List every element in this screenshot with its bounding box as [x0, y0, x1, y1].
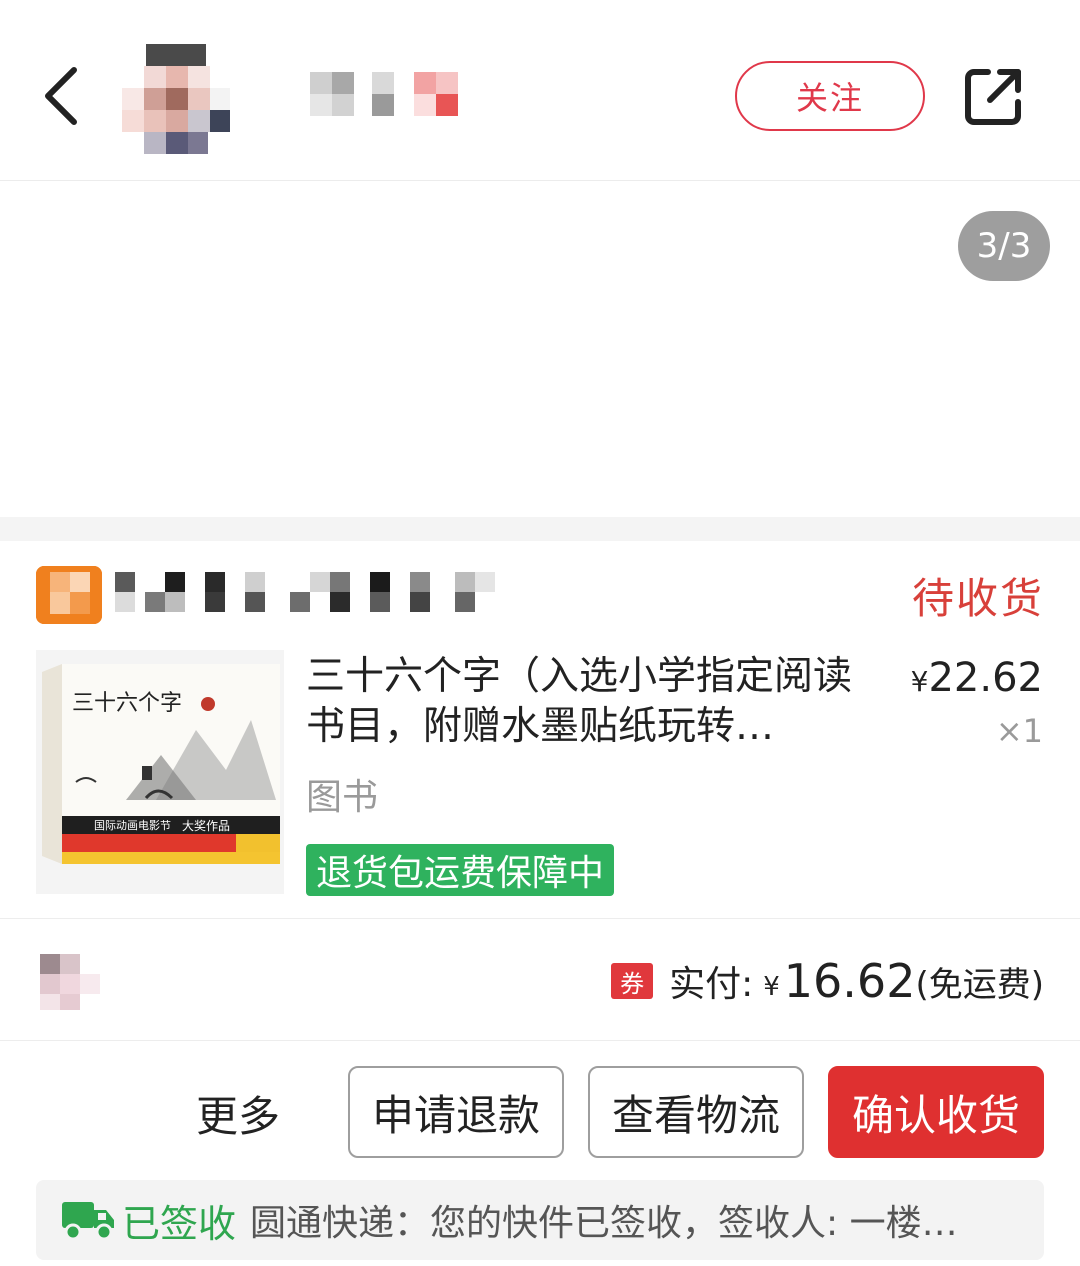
- paid-label: 实付:: [669, 964, 754, 1005]
- product-category: 图书: [306, 777, 379, 818]
- product-price: ¥22.62: [905, 655, 1043, 701]
- logistics-detail: 圆通快递：您的快件已签收，签收人: 一楼…: [250, 1203, 958, 1244]
- confirm-receipt-button[interactable]: 确认收货: [828, 1066, 1044, 1158]
- return-shipping-guarantee-badge: 退货包运费保障中: [306, 844, 615, 896]
- request-refund-button[interactable]: 申请退款: [348, 1066, 564, 1158]
- product-image[interactable]: 三十六个字 国际动画电影节 大奖作品: [36, 650, 284, 894]
- paid-amount-row: 券 实付: ¥ 16.62 (免运费): [592, 950, 1044, 1012]
- cover-band-text2: 大奖作品: [182, 819, 230, 833]
- delivery-truck-icon: [62, 1202, 114, 1241]
- logistics-status-bar[interactable]: 已签收 圆通快递：您的快件已签收，签收人: 一楼…: [36, 1180, 1044, 1260]
- section-divider: [0, 517, 1080, 541]
- divider: [0, 918, 1080, 919]
- price-value: 22.62: [928, 655, 1043, 701]
- author-avatar[interactable]: [122, 44, 230, 154]
- author-name-pixelated[interactable]: [310, 72, 470, 116]
- paid-currency: ¥: [763, 972, 780, 1002]
- shipping-note: (免运费): [915, 964, 1044, 1005]
- product-quantity: ×1: [995, 712, 1043, 750]
- cover-band-text: 国际动画电影节: [94, 819, 171, 832]
- top-bar: 关注: [0, 0, 1080, 181]
- delivery-status: 已签收: [122, 1201, 237, 1246]
- shop-logo[interactable]: [36, 566, 102, 624]
- order-status: 待收货: [911, 574, 1044, 623]
- image-counter: 3/3: [958, 211, 1050, 281]
- buyer-avatar: [36, 950, 116, 1012]
- paid-amount: 16.62: [783, 954, 916, 1008]
- coupon-icon: 券: [611, 963, 654, 999]
- post-image-area[interactable]: [0, 181, 1080, 517]
- cover-title: 三十六个字: [72, 691, 182, 716]
- back-arrow-icon[interactable]: [38, 60, 98, 132]
- shop-name-pixelated[interactable]: [115, 570, 500, 614]
- more-button[interactable]: 更多: [196, 1083, 280, 1144]
- product-title[interactable]: 三十六个字（入选小学指定阅读书目，附赠水墨贴纸玩转…: [306, 652, 866, 752]
- divider: [0, 1040, 1080, 1041]
- follow-button[interactable]: 关注: [735, 61, 925, 131]
- share-icon[interactable]: [962, 66, 1024, 128]
- view-logistics-button[interactable]: 查看物流: [588, 1066, 804, 1158]
- price-symbol: ¥: [910, 665, 929, 698]
